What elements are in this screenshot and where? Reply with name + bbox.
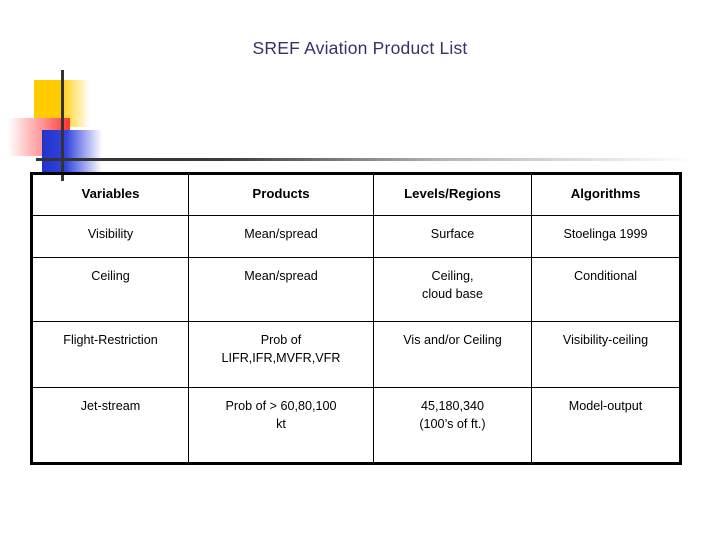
cell-product: Mean/spread <box>188 257 374 322</box>
cell-algorithm: Model-output <box>531 387 681 464</box>
cell-product-line-1: Prob of <box>260 333 302 347</box>
cell-algorithm: Visibility-ceiling <box>531 321 681 388</box>
table-row: Visibility Mean/spread Surface Stoelinga… <box>31 215 681 258</box>
cell-product-line-2: kt <box>276 416 286 431</box>
cell-level-line-2: cloud base <box>422 286 483 301</box>
table-row: Flight-Restriction Prob of LIFR,IFR,MVFR… <box>31 321 681 388</box>
cell-product: Prob of LIFR,IFR,MVFR,VFR <box>188 321 374 388</box>
cell-level-region: Ceiling, cloud base <box>373 257 532 322</box>
slide-decoration-graphic <box>0 60 696 181</box>
cell-variable: Ceiling <box>31 257 189 322</box>
cell-product: Prob of > 60,80,100 kt <box>188 387 374 464</box>
table-header-row: Variables Products Levels/Regions Algori… <box>31 173 681 216</box>
cell-algorithm: Stoelinga 1999 <box>531 215 681 258</box>
cell-level-region: 45,180,340 (100’s of ft.) <box>373 387 532 464</box>
column-header-levels-regions: Levels/Regions <box>373 173 532 216</box>
horizontal-rule-icon <box>36 158 696 161</box>
cell-variable: Jet-stream <box>31 387 189 464</box>
cell-product-line-1: Prob of > 60,80,100 <box>225 399 337 413</box>
column-header-variables: Variables <box>31 173 189 216</box>
cell-level-region: Surface <box>373 215 532 258</box>
table-row: Jet-stream Prob of > 60,80,100 kt 45,180… <box>31 387 681 464</box>
page-title: SREF Aviation Product List <box>252 38 468 58</box>
column-header-algorithms: Algorithms <box>531 173 681 216</box>
cell-level-line-1: Ceiling, <box>431 269 474 283</box>
cell-product: Mean/spread <box>188 215 374 258</box>
column-header-products: Products <box>188 173 374 216</box>
cell-level-line-2: (100’s of ft.) <box>419 416 486 431</box>
cell-variable: Visibility <box>31 215 189 258</box>
cell-product-line-1: Mean/spread <box>244 227 318 241</box>
cell-variable: Flight-Restriction <box>31 321 189 388</box>
vertical-rule-icon <box>61 70 64 181</box>
cell-level-line-1: 45,180,340 <box>420 399 485 413</box>
cell-algorithm: Conditional <box>531 257 681 322</box>
blue-square-icon <box>42 130 102 175</box>
cell-product-line-2: LIFR,IFR,MVFR,VFR <box>221 350 341 365</box>
cell-product-line-1: Mean/spread <box>244 269 318 283</box>
cell-level-line-1: Vis and/or Ceiling <box>403 333 502 347</box>
aviation-product-table: Variables Products Levels/Regions Algori… <box>30 172 682 465</box>
cell-level-region: Vis and/or Ceiling <box>373 321 532 388</box>
table-row: Ceiling Mean/spread Ceiling, cloud base … <box>31 257 681 322</box>
cell-level-line-1: Surface <box>430 227 475 241</box>
